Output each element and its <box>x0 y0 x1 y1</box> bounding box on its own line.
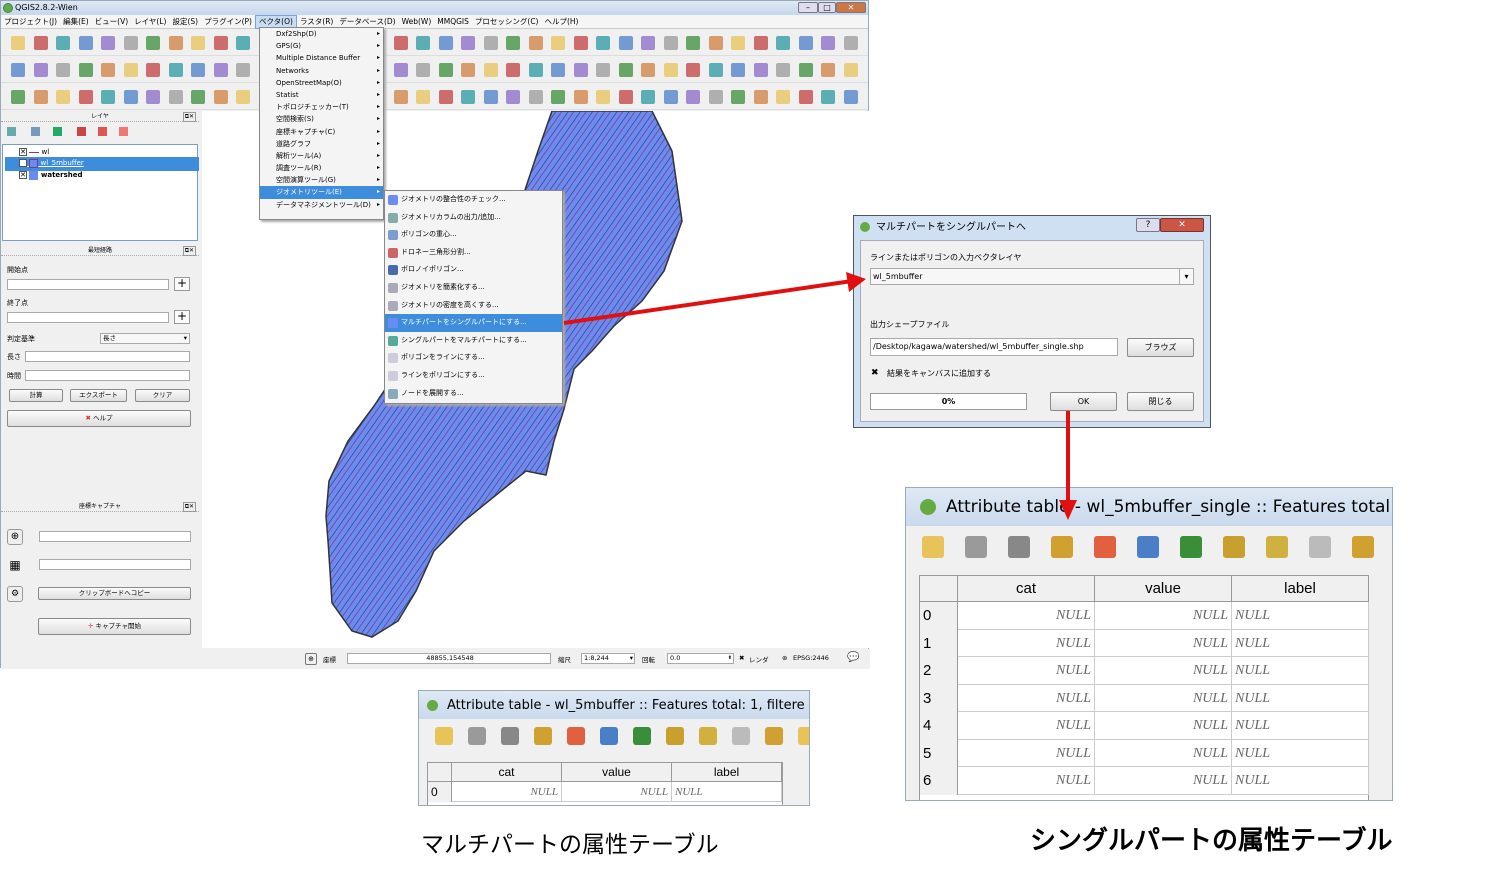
arrowhead-icon <box>846 272 866 292</box>
caption-multipart: マルチパートの属性テーブル <box>421 832 719 858</box>
caption-singlepart: シングルパートの属性テーブル <box>1030 826 1393 856</box>
annotation-arrows <box>563 272 1077 520</box>
arrowhead-icon <box>1059 500 1077 520</box>
arrow-menu-to-dialog <box>563 279 853 325</box>
